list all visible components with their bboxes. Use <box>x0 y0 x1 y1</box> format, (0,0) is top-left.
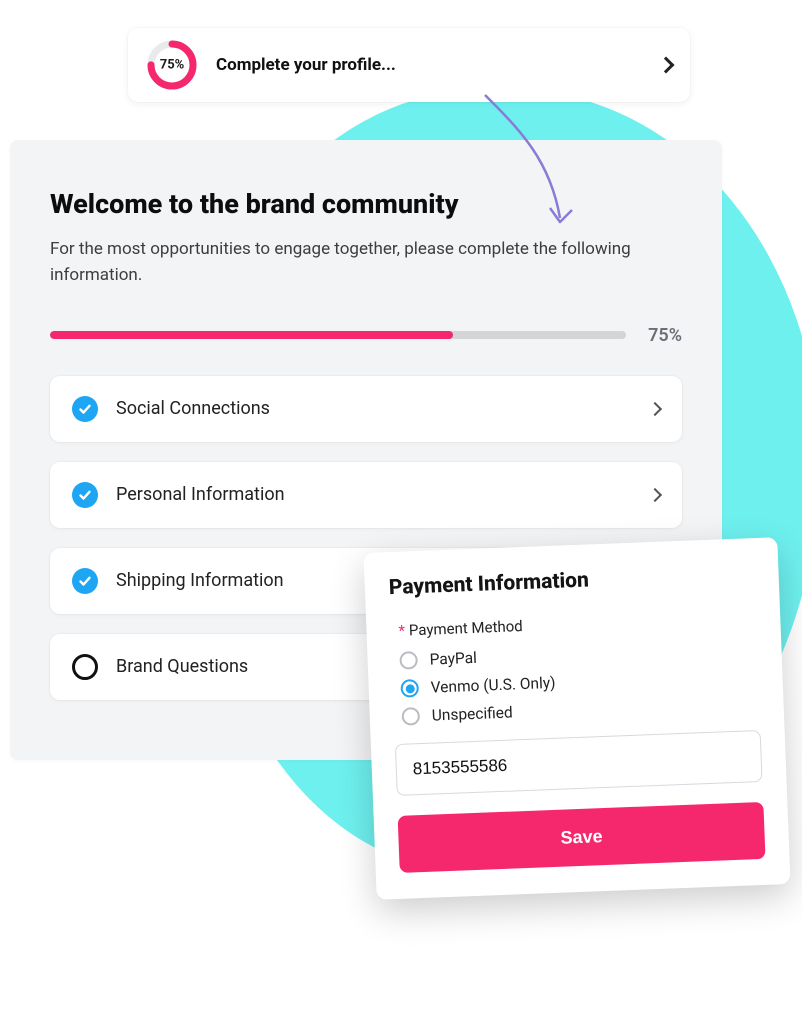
radio-paypal[interactable]: PayPal <box>399 638 757 670</box>
radio-icon <box>401 707 420 726</box>
required-marker: * <box>398 622 405 640</box>
banner-title: Complete your profile... <box>216 55 660 75</box>
radio-label: PayPal <box>429 649 477 669</box>
radio-label: Venmo (U.S. Only) <box>430 674 556 697</box>
check-icon <box>72 396 98 422</box>
radio-icon <box>399 651 418 670</box>
chevron-right-icon <box>658 57 675 74</box>
section-label: Social Connections <box>116 398 650 419</box>
radio-icon <box>400 679 419 698</box>
payment-panel: Payment Information *Payment Method PayP… <box>363 537 790 900</box>
card-subtext: For the most opportunities to engage tog… <box>50 236 682 289</box>
card-heading: Welcome to the brand community <box>50 188 682 220</box>
payment-account-input[interactable] <box>395 730 763 796</box>
check-icon <box>72 568 98 594</box>
progress-bar-fill <box>50 331 453 339</box>
progress-percent-label: 75% <box>648 325 682 346</box>
radio-venmo[interactable]: Venmo (U.S. Only) <box>400 666 758 698</box>
chevron-right-icon <box>648 402 662 416</box>
save-button[interactable]: Save <box>398 802 766 873</box>
section-social-connections[interactable]: Social Connections <box>50 376 682 442</box>
payment-method-label: *Payment Method <box>398 608 756 640</box>
radio-label: Unspecified <box>431 703 513 724</box>
section-personal-information[interactable]: Personal Information <box>50 462 682 528</box>
progress-bar <box>50 331 626 339</box>
payment-method-radio-group: PayPal Venmo (U.S. Only) Unspecified <box>399 638 760 726</box>
section-label: Personal Information <box>116 484 650 505</box>
circle-empty-icon <box>72 654 98 680</box>
progress-bar-row: 75% <box>50 325 682 346</box>
complete-profile-banner[interactable]: 75% Complete your profile... <box>128 28 690 102</box>
check-icon <box>72 482 98 508</box>
payment-title: Payment Information <box>388 562 755 600</box>
progress-ring-label: 75% <box>160 58 185 73</box>
radio-unspecified[interactable]: Unspecified <box>401 694 759 726</box>
progress-ring: 75% <box>146 39 198 91</box>
chevron-right-icon <box>648 488 662 502</box>
